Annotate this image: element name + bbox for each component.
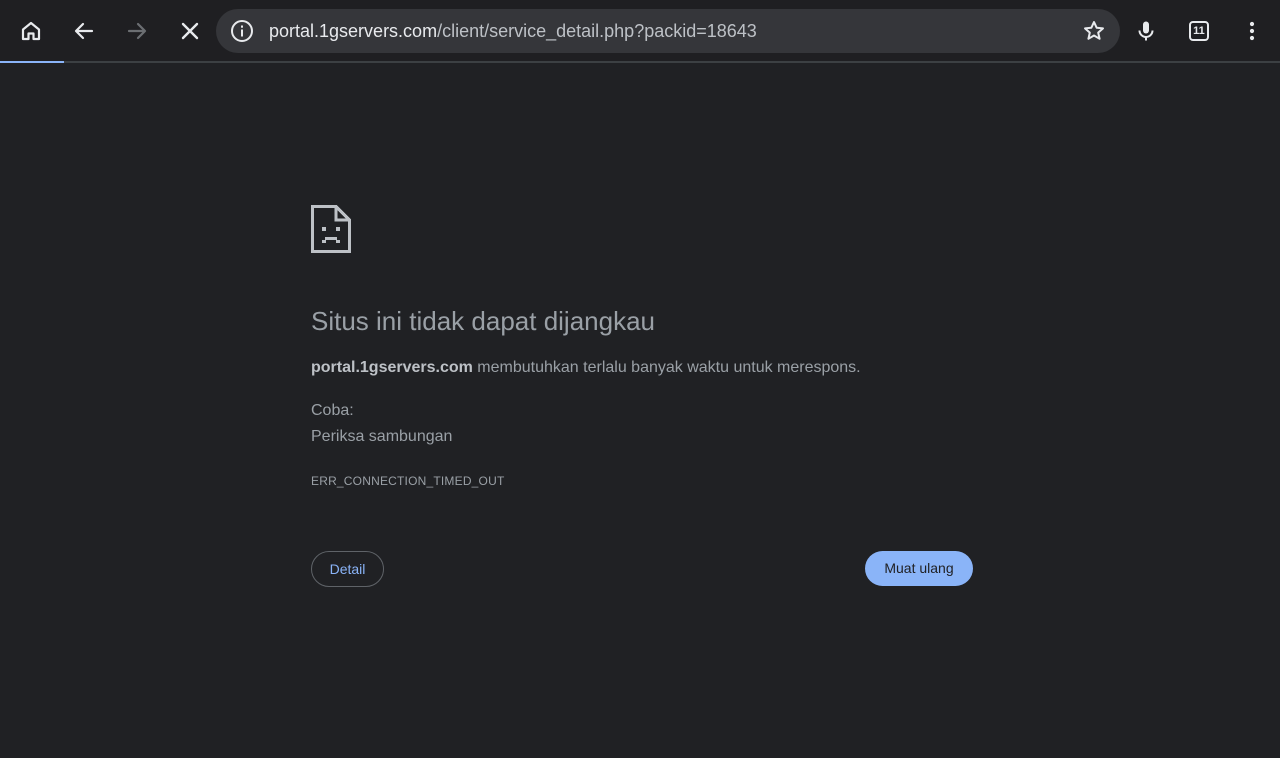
microphone-icon bbox=[1138, 21, 1154, 41]
url-path: /client/service_detail.php?packid=18643 bbox=[437, 21, 757, 41]
menu-button[interactable] bbox=[1232, 11, 1272, 51]
more-vert-icon bbox=[1249, 21, 1255, 41]
stop-loading-button[interactable] bbox=[170, 11, 210, 51]
home-icon bbox=[21, 21, 41, 41]
sad-document-icon bbox=[311, 205, 351, 253]
error-code: ERR_CONNECTION_TIMED_OUT bbox=[311, 474, 505, 488]
details-button[interactable]: Detail bbox=[311, 551, 384, 587]
error-host: portal.1gservers.com bbox=[311, 359, 473, 376]
voice-search-button[interactable] bbox=[1126, 11, 1166, 51]
suggestions-heading: Coba: bbox=[311, 402, 354, 419]
reload-button[interactable]: Muat ulang bbox=[865, 551, 973, 586]
url-host: portal.1gservers.com bbox=[269, 21, 438, 41]
url-text[interactable]: portal.1gservers.com/client/service_deta… bbox=[269, 21, 757, 41]
error-title: Situs ini tidak dapat dijangkau bbox=[311, 306, 656, 336]
info-icon[interactable] bbox=[230, 19, 254, 43]
back-arrow-icon bbox=[74, 22, 94, 40]
home-button[interactable] bbox=[11, 11, 51, 51]
page-load-progress bbox=[0, 61, 1280, 63]
star-outline-icon[interactable] bbox=[1082, 19, 1106, 43]
close-icon bbox=[181, 22, 199, 40]
browser-toolbar: portal.1gservers.com/client/service_deta… bbox=[0, 0, 1280, 63]
forward-arrow-icon bbox=[127, 22, 147, 40]
suggestion-check-connection: Periksa sambungan bbox=[311, 428, 453, 445]
error-summary-text: membutuhkan terlalu banyak waktu untuk m… bbox=[472, 359, 861, 376]
back-button[interactable] bbox=[64, 11, 104, 51]
address-bar[interactable]: portal.1gservers.com/client/service_deta… bbox=[216, 9, 1120, 53]
error-summary: portal.1gservers.com membutuhkan terlalu… bbox=[311, 358, 861, 378]
page-load-progress-fill bbox=[0, 61, 64, 63]
tab-switcher-icon[interactable]: 11 bbox=[1189, 21, 1209, 41]
forward-button[interactable] bbox=[117, 11, 157, 51]
